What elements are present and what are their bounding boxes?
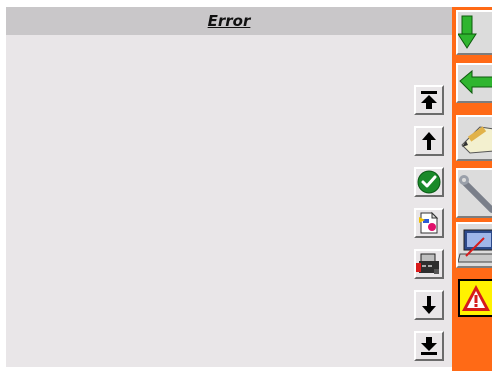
sidebar-item-back[interactable] <box>456 63 492 103</box>
scroll-up-button[interactable] <box>414 126 444 156</box>
arrow-down-icon <box>422 296 436 314</box>
printer-icon <box>416 253 439 274</box>
sidebar-item-computer[interactable] <box>456 222 492 268</box>
error-panel: Error <box>6 7 452 367</box>
wrench-icon <box>459 175 492 213</box>
app-window: Error <box>0 0 492 371</box>
scroll-bottom-button[interactable] <box>414 331 444 361</box>
green-arrow-down-icon <box>458 15 477 49</box>
title-bar: Error <box>6 7 452 35</box>
warning-triangle-icon <box>462 285 490 311</box>
export-document-button[interactable] <box>414 208 444 238</box>
panel-title: Error <box>207 12 251 30</box>
print-device-button[interactable] <box>414 249 444 279</box>
sidebar-item-tools[interactable] <box>456 168 492 218</box>
pencil-note-icon <box>461 126 492 154</box>
green-check-icon <box>417 170 441 194</box>
sidebar-item-warning[interactable] <box>458 279 492 317</box>
green-arrow-left-icon <box>459 69 492 95</box>
main-sidebar <box>452 7 492 371</box>
arrow-to-bottom-icon <box>421 337 437 355</box>
arrow-to-top-icon <box>421 91 437 109</box>
scroll-down-button[interactable] <box>414 290 444 320</box>
arrow-up-icon <box>422 132 436 150</box>
sidebar-item-download[interactable] <box>456 10 492 55</box>
laptop-icon <box>458 229 492 263</box>
error-list[interactable] <box>6 35 406 367</box>
scroll-top-button[interactable] <box>414 85 444 115</box>
document-export-icon <box>419 211 439 234</box>
sidebar-item-edit-notes[interactable] <box>456 115 492 161</box>
confirm-button[interactable] <box>414 167 444 197</box>
